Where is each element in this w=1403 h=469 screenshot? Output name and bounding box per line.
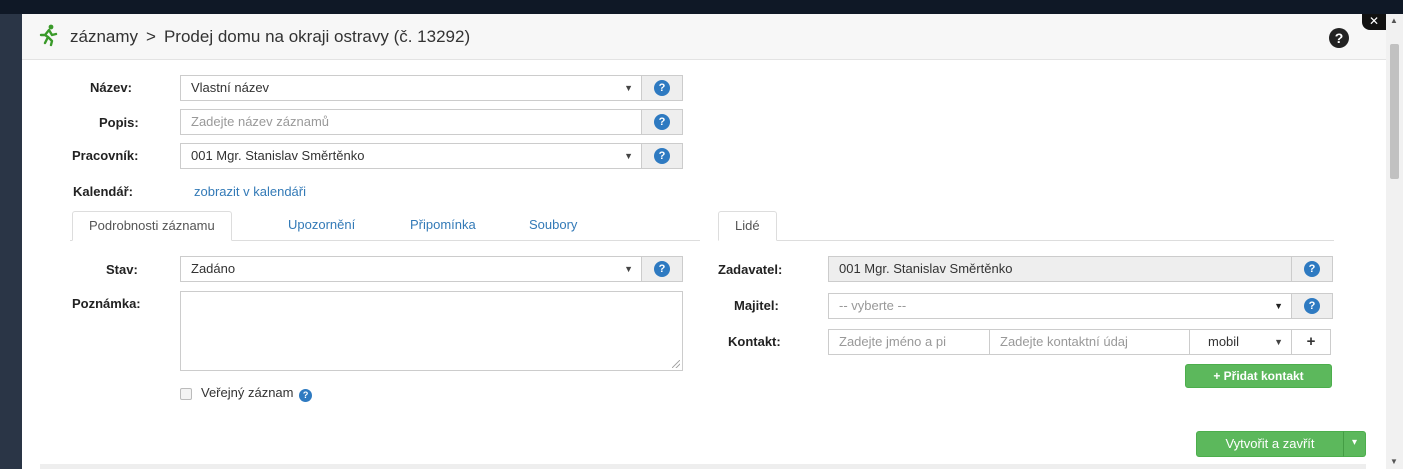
poznamka-label: Poznámka:: [72, 296, 141, 311]
pracovnik-select[interactable]: 001 Mgr. Stanislav Směrtěnko ▼: [180, 143, 642, 169]
zadavatel-field: 001 Mgr. Stanislav Směrtěnko: [828, 256, 1292, 282]
background-sidebar: [0, 14, 22, 469]
stav-select[interactable]: Zadáno ▼: [180, 256, 642, 282]
stav-label: Stav:: [106, 262, 138, 277]
add-contact-row-button[interactable]: +: [1291, 329, 1331, 355]
help-icon[interactable]: ?: [1304, 298, 1320, 314]
kalendar-label: Kalendář:: [73, 184, 133, 199]
plus-icon: +: [1306, 333, 1316, 350]
help-icon[interactable]: ?: [1329, 28, 1349, 48]
record-title: Prodej domu na okraji ostravy (č. 13292): [163, 27, 471, 46]
verejny-label-text: Veřejný záznam: [201, 385, 294, 400]
scroll-up-icon[interactable]: ▲: [1390, 16, 1398, 25]
help-icon[interactable]: ?: [654, 261, 670, 277]
pracovnik-value: 001 Mgr. Stanislav Směrtěnko: [191, 148, 365, 163]
scrollbar[interactable]: ▲ ▼: [1386, 14, 1403, 469]
stav-help-addon[interactable]: ?: [641, 256, 683, 282]
chevron-down-icon: ▼: [1274, 301, 1283, 311]
help-icon[interactable]: ?: [654, 80, 670, 96]
help-icon[interactable]: ?: [1304, 261, 1320, 277]
pracovnik-help-addon[interactable]: ?: [641, 143, 683, 169]
majitel-select[interactable]: -- vyberte -- ▼: [828, 293, 1292, 319]
majitel-help-addon[interactable]: ?: [1291, 293, 1333, 319]
chevron-down-icon: ▼: [624, 83, 633, 93]
kontakt-label: Kontakt:: [728, 334, 781, 349]
modal-footer: [40, 464, 1366, 469]
contact-type-select[interactable]: mobil ▼: [1189, 329, 1292, 355]
tab-podrobnosti[interactable]: Podrobnosti záznamu: [72, 211, 232, 241]
help-icon[interactable]: ?: [654, 148, 670, 164]
stav-value: Zadáno: [191, 261, 236, 276]
chevron-down-icon: ▼: [624, 264, 633, 274]
help-icon[interactable]: ?: [654, 114, 670, 130]
people-tabs: Lidé: [718, 211, 1334, 241]
zadavatel-help-addon[interactable]: ?: [1291, 256, 1333, 282]
pracovnik-label: Pracovník:: [72, 148, 139, 163]
submit-dropdown-toggle[interactable]: ▾: [1343, 431, 1366, 457]
details-tabs: Podrobnosti záznamu Upozornění Připomínk…: [70, 211, 700, 241]
create-and-close-button[interactable]: Vytvořit a zavřít: [1196, 431, 1344, 457]
popis-help-addon[interactable]: ?: [641, 109, 683, 135]
tab-pripominka[interactable]: Připomínka: [394, 211, 492, 241]
contact-type-value: mobil: [1208, 334, 1240, 349]
record-modal: záznamy > Prodej domu na okraji ostravy (č…: [22, 14, 1386, 469]
tab-upozorneni[interactable]: Upozornění: [272, 211, 371, 241]
breadcrumb-root[interactable]: záznamy: [70, 27, 138, 46]
scroll-down-icon[interactable]: ▼: [1390, 457, 1398, 466]
poznamka-textarea[interactable]: [180, 291, 683, 371]
modal-header: záznamy > Prodej domu na okraji ostravy (č…: [22, 14, 1386, 60]
popis-label: Popis:: [99, 115, 139, 130]
popis-input[interactable]: Zadejte název záznamů: [180, 109, 642, 135]
tab-soubory[interactable]: Soubory: [513, 211, 593, 241]
help-icon[interactable]: ?: [299, 389, 313, 402]
close-icon[interactable]: ✕: [1362, 14, 1386, 30]
verejny-checkbox[interactable]: [180, 388, 192, 400]
breadcrumb-separator: >: [146, 27, 156, 46]
nazev-label: Název:: [90, 80, 132, 95]
page-title: záznamy > Prodej domu na okraji ostravy (č…: [70, 27, 470, 47]
majitel-label: Majitel:: [734, 298, 779, 313]
calendar-link[interactable]: zobrazit v kalendáři: [194, 184, 306, 199]
running-man-icon: [39, 24, 58, 47]
nazev-select[interactable]: Vlastní název ▼: [180, 75, 642, 101]
nazev-value: Vlastní název: [191, 80, 270, 95]
caret-down-icon: ▾: [1351, 437, 1358, 448]
zadavatel-label: Zadavatel:: [718, 262, 783, 277]
chevron-down-icon: ▼: [1274, 337, 1283, 347]
resize-handle-icon[interactable]: [672, 360, 680, 368]
contact-detail-input[interactable]: Zadejte kontaktní údaj: [989, 329, 1190, 355]
add-contact-button[interactable]: + Přidat kontakt: [1185, 364, 1332, 388]
browser-top-strip: [0, 0, 1403, 14]
chevron-down-icon: ▼: [624, 151, 633, 161]
verejny-label: Veřejný záznam ?: [201, 385, 313, 402]
tab-lide[interactable]: Lidé: [718, 211, 777, 241]
nazev-help-addon[interactable]: ?: [641, 75, 683, 101]
scroll-thumb[interactable]: [1390, 44, 1399, 179]
majitel-value: -- vyberte --: [839, 298, 907, 313]
contact-name-input[interactable]: Zadejte jméno a pi: [828, 329, 990, 355]
